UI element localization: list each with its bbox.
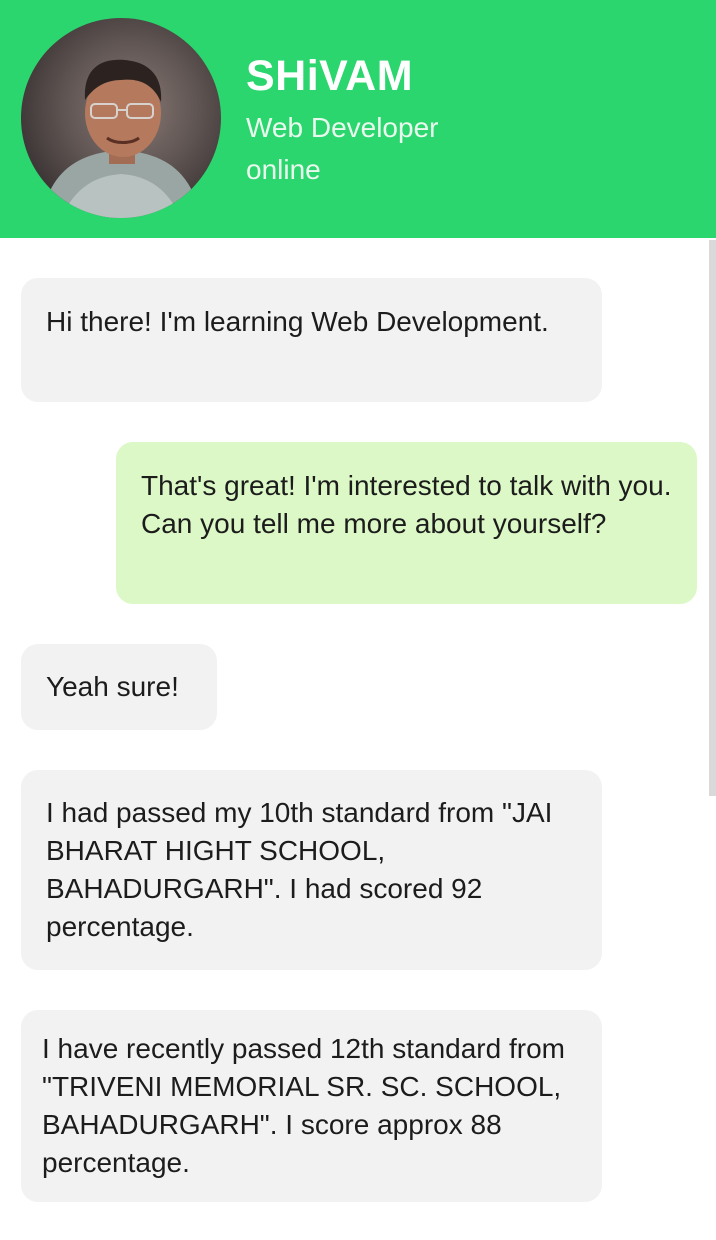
avatar-photo (41, 59, 201, 218)
contact-role: Web Developer (246, 112, 439, 143)
scrollbar[interactable] (709, 240, 716, 796)
message-bubble-sent: That's great! I'm interested to talk wit… (116, 442, 697, 604)
message-bubble-received: I had passed my 10th standard from "JAI … (21, 770, 602, 970)
chat-header: SHiVAM Web Developer online (0, 0, 716, 238)
message-list[interactable]: Hi there! I'm learning Web Development. … (0, 238, 716, 1240)
contact-name: SHiVAM (246, 52, 414, 100)
avatar[interactable] (21, 18, 221, 218)
message-bubble-received: Yeah sure! (21, 644, 217, 730)
message-bubble-received: Hi there! I'm learning Web Development. (21, 278, 602, 402)
online-status: online (246, 154, 321, 185)
message-bubble-received: I have recently passed 12th standard fro… (21, 1010, 602, 1202)
